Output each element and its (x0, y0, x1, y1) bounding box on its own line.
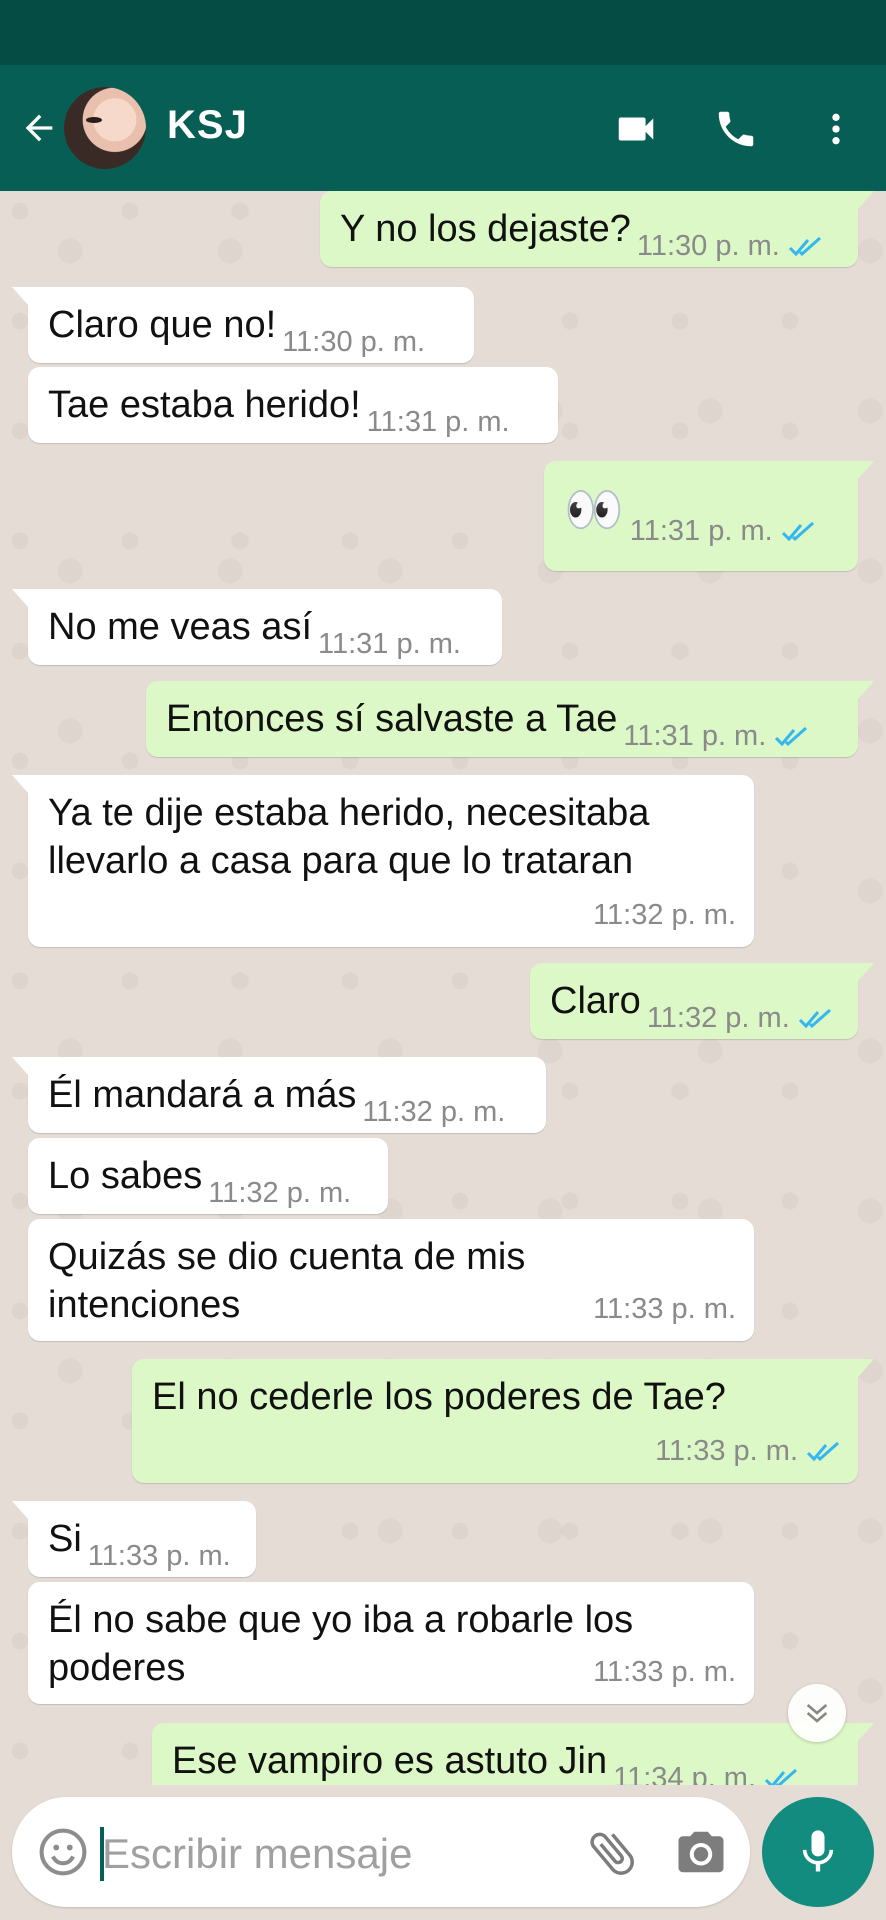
camera-icon (678, 1831, 724, 1873)
message-text: El no cederle los poderes de Tae? (152, 1376, 726, 1418)
message-time: 11:32 p. m. (646, 1002, 790, 1034)
message-bubble[interactable]: Si 11:33 p. m. (12, 1501, 256, 1577)
message-time: 11:30 p. m. (636, 230, 780, 262)
emoji-icon (39, 1828, 87, 1876)
double-check-icon (775, 727, 808, 747)
chevron-double-down-icon (806, 1703, 828, 1723)
video-camera-icon (618, 117, 654, 141)
microphone-icon (802, 1830, 834, 1872)
message-time: 11:33 p. m. (593, 1293, 736, 1325)
message-bubble[interactable]: El no cederle los poderes de Tae? 11:33 … (132, 1359, 874, 1483)
message-text: 👀 (564, 484, 624, 537)
message-bubble[interactable]: Lo sabes 11:32 p. m. (28, 1138, 388, 1214)
message-text: Claro (550, 980, 641, 1022)
message-bubble[interactable]: Él mandará a más 11:32 p. m. (12, 1057, 546, 1133)
message-text: Ya te dije estaba herido, necesitaba lle… (48, 792, 650, 882)
message-text: Entonces sí salvaste a Tae (166, 698, 618, 740)
message-bubble[interactable]: Ya te dije estaba herido, necesitaba lle… (12, 775, 754, 947)
message-time: 11:31 p. m. (318, 628, 461, 660)
voice-message-button[interactable] (762, 1797, 874, 1907)
message-text: Ese vampiro es astuto Jin (172, 1740, 608, 1782)
message-bubble[interactable]: Entonces sí salvaste a Tae 11:31 p. m. (146, 681, 874, 757)
status-bar (0, 0, 886, 65)
scroll-to-bottom-button[interactable] (788, 1684, 846, 1742)
attach-button[interactable] (584, 1825, 640, 1881)
message-bubble[interactable]: Tae estaba herido! 11:31 p. m. (28, 367, 558, 443)
video-call-button[interactable] (608, 105, 664, 153)
message-text: Si (48, 1518, 82, 1560)
double-check-icon (764, 1769, 798, 1785)
message-bubble[interactable]: 👀 11:31 p. m. (544, 461, 874, 571)
double-check-icon (798, 1009, 831, 1029)
message-time: 11:33 p. m. (655, 1435, 798, 1467)
message-bubble[interactable]: Y no los dejaste? 11:30 p. m. (320, 191, 874, 267)
message-text: Él mandará a más (48, 1074, 357, 1116)
message-time: 11:32 p. m. (593, 899, 736, 931)
back-button[interactable] (14, 103, 64, 153)
message-time: 11:31 p. m. (623, 720, 767, 752)
message-text: Quizás se dio cuenta de mis intenciones (48, 1236, 526, 1326)
message-list[interactable]: Y no los dejaste? 11:30 p. m. Claro que n… (0, 191, 886, 1785)
emoji-button[interactable] (36, 1825, 90, 1879)
message-time: 11:31 p. m. (366, 406, 510, 438)
camera-button[interactable] (674, 1827, 730, 1877)
paperclip-icon (590, 1832, 634, 1875)
message-bubble[interactable]: No me veas así 11:31 p. m. (12, 589, 502, 665)
message-time: 11:30 p. m. (282, 326, 426, 358)
message-composer: Escribir mensaje (12, 1797, 750, 1907)
message-bubble[interactable]: Él no sabe que yo iba a robarle los pode… (28, 1582, 754, 1704)
more-options-button[interactable] (816, 101, 856, 157)
message-text: No me veas así (48, 606, 312, 648)
chat-header: KSJ (0, 65, 886, 191)
double-check-icon (788, 237, 821, 257)
message-time: 11:33 p. m. (593, 1656, 736, 1688)
arrow-left-icon (25, 114, 53, 142)
double-check-icon (781, 522, 814, 542)
contact-avatar[interactable] (64, 87, 146, 169)
message-time: 11:31 p. m. (629, 515, 773, 547)
message-text: Y no los dejaste? (340, 208, 631, 250)
voice-call-button[interactable] (708, 101, 764, 157)
message-text: Claro que no! (48, 304, 277, 346)
message-time: 11:34 p. m. (613, 1762, 757, 1785)
contact-name[interactable]: KSJ (167, 103, 248, 148)
message-bubble[interactable]: Ese vampiro es astuto Jin 11:34 p. m. (152, 1723, 874, 1785)
message-time: 11:32 p. m. (208, 1177, 352, 1209)
phone-icon (718, 111, 754, 147)
message-bubble[interactable]: Quizás se dio cuenta de mis intenciones … (28, 1219, 754, 1341)
message-bubble[interactable]: Claro 11:32 p. m. (530, 963, 874, 1039)
more-vertical-icon (832, 113, 840, 145)
message-bubble[interactable]: Claro que no! 11:30 p. m. (12, 287, 474, 363)
message-text: Tae estaba herido! (48, 384, 361, 426)
message-text: Lo sabes (48, 1155, 203, 1197)
message-text: Él no sabe que yo iba a robarle los pode… (48, 1599, 634, 1689)
message-time: 11:33 p. m. (87, 1540, 231, 1572)
message-time: 11:32 p. m. (362, 1096, 506, 1128)
message-input[interactable]: Escribir mensaje (102, 1827, 412, 1881)
double-check-icon (806, 1442, 839, 1462)
